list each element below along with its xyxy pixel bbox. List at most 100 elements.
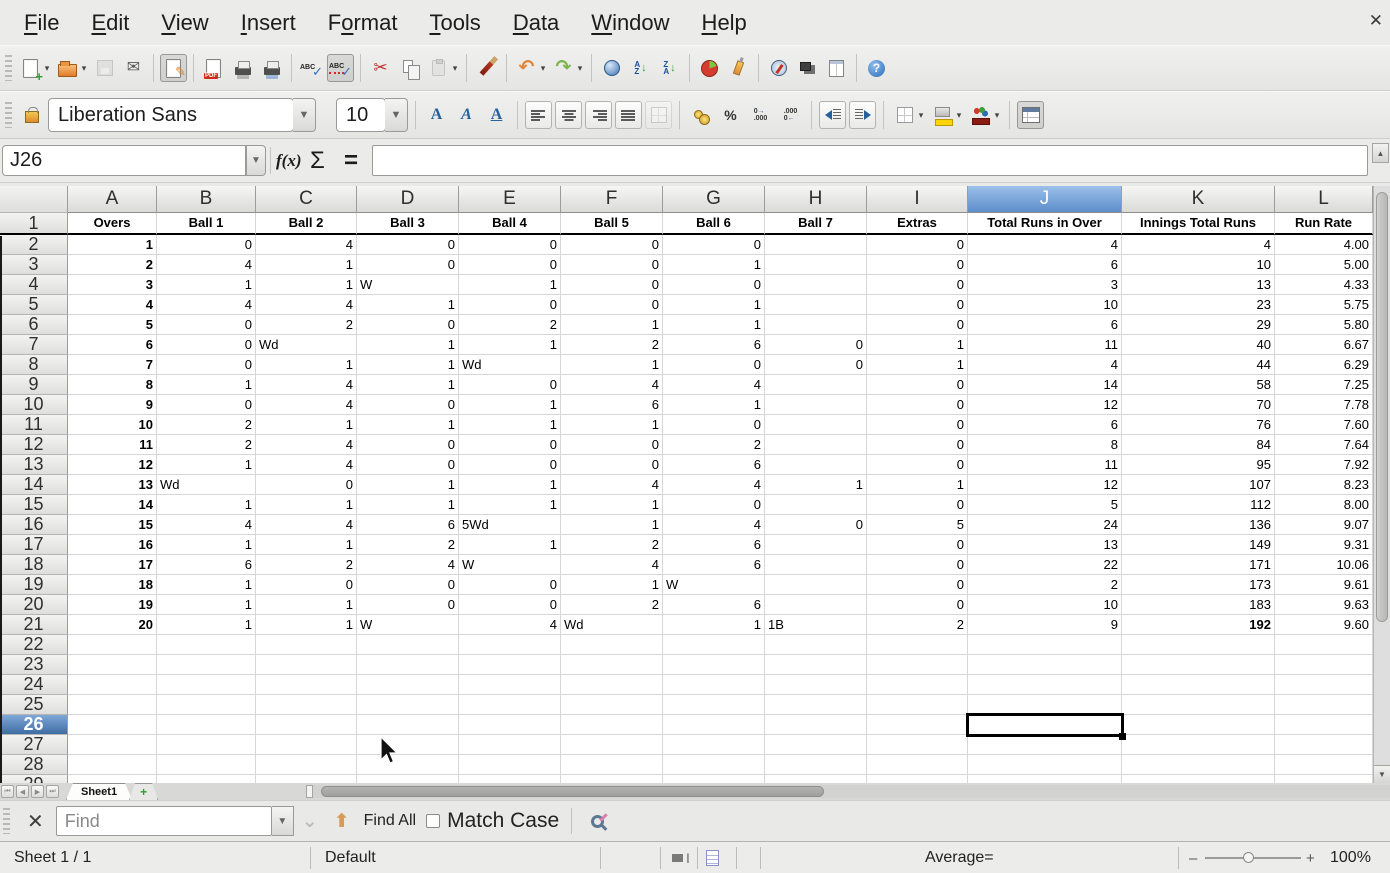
cell-A7[interactable]: 6 xyxy=(68,335,157,355)
cell-C25[interactable] xyxy=(256,695,357,715)
cell-J16[interactable]: 24 xyxy=(968,515,1122,535)
cell-J24[interactable] xyxy=(968,675,1122,695)
cell-G6[interactable]: 1 xyxy=(663,315,765,335)
cell-F4[interactable]: 0 xyxy=(561,275,663,295)
cell-I7[interactable]: 1 xyxy=(867,335,968,355)
cell-I12[interactable]: 0 xyxy=(867,435,968,455)
cell-E18[interactable]: W xyxy=(459,555,561,575)
find-previous-button[interactable]: ⬆ xyxy=(334,810,350,833)
row-header-6[interactable]: 6 xyxy=(0,315,68,335)
cell-L17[interactable]: 9.31 xyxy=(1275,535,1373,555)
header-cell-L1[interactable]: Run Rate xyxy=(1275,213,1373,235)
cell-L9[interactable]: 7.25 xyxy=(1275,375,1373,395)
header-cell-C1[interactable]: Ball 2 xyxy=(256,213,357,235)
cell-A11[interactable]: 10 xyxy=(68,415,157,435)
cell-J17[interactable]: 13 xyxy=(968,535,1122,555)
cell-I10[interactable]: 0 xyxy=(867,395,968,415)
cell-K26[interactable] xyxy=(1122,715,1275,735)
cell-J27[interactable] xyxy=(968,735,1122,755)
cell-H23[interactable] xyxy=(765,655,867,675)
cell-D14[interactable]: 1 xyxy=(357,475,459,495)
cell-A28[interactable] xyxy=(68,755,157,775)
cell-H13[interactable] xyxy=(765,455,867,475)
cell-C21[interactable]: 1 xyxy=(256,615,357,635)
italic-button[interactable]: A xyxy=(453,101,480,129)
cell-E17[interactable]: 1 xyxy=(459,535,561,555)
cell-L29[interactable] xyxy=(1275,775,1373,783)
column-header-J[interactable]: J xyxy=(968,186,1122,213)
cell-J4[interactable]: 3 xyxy=(968,275,1122,295)
cell-I21[interactable]: 2 xyxy=(867,615,968,635)
cell-A8[interactable]: 7 xyxy=(68,355,157,375)
column-header-E[interactable]: E xyxy=(459,186,561,213)
align-left-button[interactable] xyxy=(525,101,552,129)
cell-G23[interactable] xyxy=(663,655,765,675)
cell-D26[interactable] xyxy=(357,715,459,735)
freeze-panes-button[interactable] xyxy=(1017,101,1044,129)
cell-H5[interactable] xyxy=(765,295,867,315)
cell-E16[interactable]: 5Wd xyxy=(459,515,561,535)
cell-J23[interactable] xyxy=(968,655,1122,675)
cell-K11[interactable]: 76 xyxy=(1122,415,1275,435)
column-header-I[interactable]: I xyxy=(867,186,968,213)
cell-J25[interactable] xyxy=(968,695,1122,715)
header-cell-G1[interactable]: Ball 6 xyxy=(663,213,765,235)
spreadsheet-grid[interactable]: ABCDEFGHIJKL1OversBall 1Ball 2Ball 3Ball… xyxy=(0,186,1373,783)
cell-D4[interactable]: W xyxy=(357,275,459,295)
find-input[interactable] xyxy=(56,806,272,836)
cell-F8[interactable]: 1 xyxy=(561,355,663,375)
cell-A24[interactable] xyxy=(68,675,157,695)
copy-button[interactable] xyxy=(396,54,423,82)
cell-H21[interactable]: 1B xyxy=(765,615,867,635)
cell-I25[interactable] xyxy=(867,695,968,715)
cell-F3[interactable]: 0 xyxy=(561,255,663,275)
cell-A17[interactable]: 16 xyxy=(68,535,157,555)
cell-G24[interactable] xyxy=(663,675,765,695)
cell-E9[interactable]: 0 xyxy=(459,375,561,395)
cell-A27[interactable] xyxy=(68,735,157,755)
row-header-7[interactable]: 7 xyxy=(0,335,68,355)
find-all-button[interactable]: Find All xyxy=(364,812,416,830)
cell-D19[interactable]: 0 xyxy=(357,575,459,595)
cell-H19[interactable] xyxy=(765,575,867,595)
cell-D6[interactable]: 0 xyxy=(357,315,459,335)
cell-H26[interactable] xyxy=(765,715,867,735)
column-header-L[interactable]: L xyxy=(1275,186,1373,213)
cell-A21[interactable]: 20 xyxy=(68,615,157,635)
cell-F12[interactable]: 0 xyxy=(561,435,663,455)
cell-I11[interactable]: 0 xyxy=(867,415,968,435)
font-color-button[interactable] xyxy=(967,101,994,129)
cell-J6[interactable]: 6 xyxy=(968,315,1122,335)
cell-A13[interactable]: 12 xyxy=(68,455,157,475)
cell-G8[interactable]: 0 xyxy=(663,355,765,375)
horizontal-scroll-thumb[interactable] xyxy=(321,786,824,797)
cell-J15[interactable]: 5 xyxy=(968,495,1122,515)
cell-C16[interactable]: 4 xyxy=(256,515,357,535)
toolbar-grip[interactable] xyxy=(5,102,12,128)
cell-G28[interactable] xyxy=(663,755,765,775)
cell-H3[interactable] xyxy=(765,255,867,275)
cell-B14[interactable]: Wd xyxy=(157,475,256,495)
borders-button[interactable] xyxy=(891,101,918,129)
cell-L3[interactable]: 5.00 xyxy=(1275,255,1373,275)
toolbar-grip[interactable] xyxy=(5,55,12,81)
cell-B18[interactable]: 6 xyxy=(157,555,256,575)
styles-button[interactable] xyxy=(18,101,45,129)
cell-I18[interactable]: 0 xyxy=(867,555,968,575)
cell-H6[interactable] xyxy=(765,315,867,335)
data-sources-button[interactable] xyxy=(823,54,850,82)
cell-I23[interactable] xyxy=(867,655,968,675)
row-header-4[interactable]: 4 xyxy=(0,275,68,295)
cell-K28[interactable] xyxy=(1122,755,1275,775)
cell-F15[interactable]: 1 xyxy=(561,495,663,515)
cell-A12[interactable]: 11 xyxy=(68,435,157,455)
new-document-button[interactable]: + xyxy=(17,54,44,82)
name-box-dropdown[interactable]: ▼ xyxy=(246,145,266,176)
export-pdf-button[interactable]: PDF xyxy=(200,54,227,82)
cell-B4[interactable]: 1 xyxy=(157,275,256,295)
insert-chart-button[interactable] xyxy=(696,54,723,82)
cell-B2[interactable]: 0 xyxy=(157,235,256,255)
column-header-F[interactable]: F xyxy=(561,186,663,213)
cell-H16[interactable]: 0 xyxy=(765,515,867,535)
cell-B16[interactable]: 4 xyxy=(157,515,256,535)
